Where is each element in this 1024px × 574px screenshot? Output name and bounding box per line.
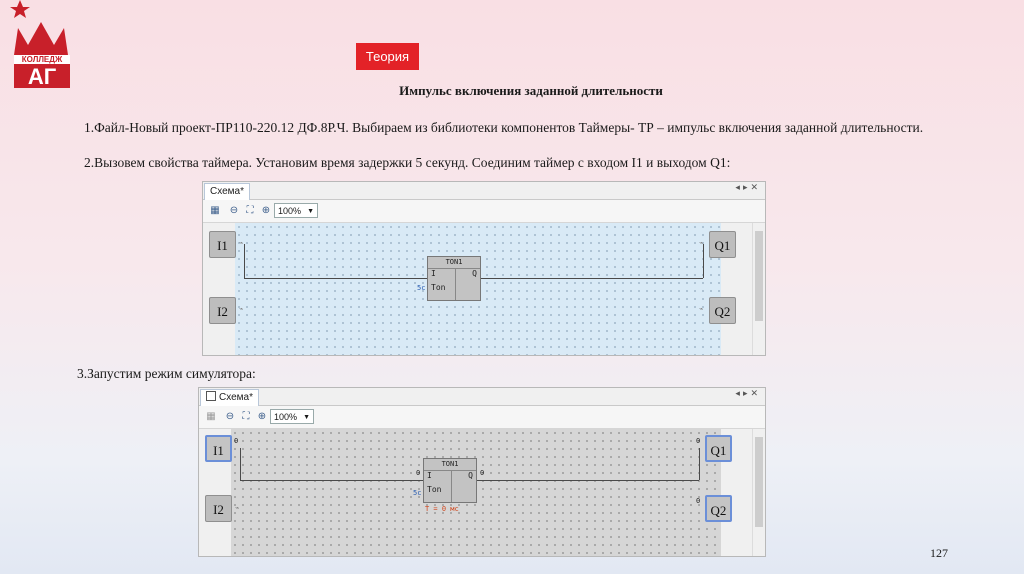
output-q1-marker: ⌁ [699, 239, 704, 247]
scheme-canvas-simulator[interactable]: I1 I2 Q1 Q2 0 0 0 ⌁ 0 0 TON1 I Q Ton 5c … [199, 429, 753, 556]
wire-i1-vertical [244, 244, 245, 278]
block-in-value: 0 [416, 469, 421, 477]
timer-readout: T = 0 мс [425, 505, 459, 513]
q2-value: 0 [696, 497, 701, 505]
tab-controls[interactable]: ◂▸✕ [735, 183, 761, 193]
step-1-text: 1.Файл-Новый проект-ПР110-220.12 ДФ.8Р.Ч… [84, 120, 924, 135]
chevron-down-icon: ▼ [303, 414, 310, 421]
page-number: 127 [930, 546, 948, 560]
tab-controls[interactable]: ◂▸✕ [735, 389, 761, 399]
lock-icon [206, 391, 216, 401]
block-title: TON1 [424, 459, 476, 471]
wire-i1-horizontal [244, 278, 427, 279]
svg-text:КОЛЛЕДЖ: КОЛЛЕДЖ [22, 55, 63, 64]
input-i1-marker: ⌁ [239, 239, 244, 247]
input-i1[interactable]: I1 [205, 435, 232, 462]
block-input-label: I [427, 471, 432, 480]
page-title: Импульс включения заданной длительности [399, 83, 663, 98]
block-input-label: I [431, 269, 436, 278]
zoom-in-icon[interactable]: ⊕ [259, 204, 273, 218]
input-i2-marker: ⌁ [239, 305, 244, 313]
grid-icon[interactable]: ▦ [204, 410, 218, 424]
tab-bar: Схема* ◂▸✕ [203, 182, 765, 200]
ton-value: 5c [417, 284, 426, 292]
zoom-select[interactable]: 100% ▼ [274, 203, 318, 218]
theory-badge: Теория [356, 43, 419, 70]
wire-q1-vertical [703, 244, 704, 278]
scheme-canvas[interactable]: I1 I2 Q1 Q2 ⌁ ⌁ ⌁ ⌁ TON1 I Q Ton 5c [203, 223, 753, 355]
input-i2[interactable]: I2 [205, 495, 232, 522]
vertical-scrollbar[interactable] [752, 223, 765, 355]
tab-scheme[interactable]: Схема* [200, 389, 259, 406]
output-q2[interactable]: Q2 [709, 297, 736, 324]
tab-bar: Схема* ◂▸✕ [199, 388, 765, 406]
scrollbar-thumb[interactable] [755, 231, 763, 321]
scrollbar-thumb[interactable] [755, 437, 763, 527]
block-output-label: Q [468, 471, 473, 480]
wire-i1-vertical [240, 448, 241, 480]
output-q1[interactable]: Q1 [709, 231, 736, 258]
i1-value: 0 [234, 437, 239, 445]
fit-icon[interactable]: ⛶ [239, 410, 253, 424]
block-output-label: Q [472, 269, 477, 278]
zoom-select[interactable]: 100% ▼ [270, 409, 314, 424]
output-q1[interactable]: Q1 [705, 435, 732, 462]
chevron-down-icon: ▼ [307, 208, 314, 215]
ton-value: 5c [413, 489, 422, 497]
vertical-scrollbar[interactable] [752, 429, 765, 556]
q1-value: 0 [696, 437, 701, 445]
wire-q1-horizontal [477, 480, 699, 481]
block-param-label: Ton [427, 485, 442, 494]
college-logo: КОЛЛЕДЖ АГ [10, 0, 70, 89]
block-param-label: Ton [431, 283, 446, 292]
zoom-in-icon[interactable]: ⊕ [255, 410, 269, 424]
output-q2[interactable]: Q2 [705, 495, 732, 522]
zoom-out-icon[interactable]: ⊖ [223, 410, 237, 424]
scheme-editor-2: Схема* ◂▸✕ ▦ ⊖ ⛶ ⊕ 100% ▼ I1 I2 Q1 Q2 0 0… [198, 387, 766, 557]
output-q2-marker: ⌁ [699, 305, 704, 313]
tab-label: Схема* [219, 392, 253, 403]
input-i2-marker: ⌁ [235, 504, 240, 512]
timer-block-ton1[interactable]: TON1 I Q Ton [423, 458, 477, 503]
step-3-text: 3.Запустим режим симулятора: [77, 366, 256, 381]
scheme-editor-1: Схема* ◂▸✕ ▦ ⊖ ⛶ ⊕ 100% ▼ I1 I2 Q1 Q2 ⌁ ⌁… [202, 181, 766, 356]
step-2-text: 2.Вызовем свойства таймера. Установим вр… [84, 155, 731, 170]
fit-icon[interactable]: ⛶ [243, 204, 257, 218]
timer-block-ton1[interactable]: TON1 I Q Ton [427, 256, 481, 301]
zoom-value: 100% [278, 206, 302, 216]
block-divider [451, 470, 452, 502]
grid-icon[interactable]: ▦ [208, 204, 222, 218]
zoom-out-icon[interactable]: ⊖ [227, 204, 241, 218]
wire-q1-vertical [699, 448, 700, 480]
block-title: TON1 [428, 257, 480, 269]
input-i2[interactable]: I2 [209, 297, 236, 324]
block-out-value: 0 [480, 469, 485, 477]
toolbar: ▦ ⊖ ⛶ ⊕ 100% ▼ [199, 406, 765, 429]
zoom-value: 100% [274, 412, 298, 422]
block-divider [455, 268, 456, 300]
wire-q1-horizontal [481, 278, 703, 279]
toolbar: ▦ ⊖ ⛶ ⊕ 100% ▼ [203, 200, 765, 223]
input-i1[interactable]: I1 [209, 231, 236, 258]
tab-scheme[interactable]: Схема* [204, 183, 250, 200]
wire-i1-horizontal [240, 480, 423, 481]
